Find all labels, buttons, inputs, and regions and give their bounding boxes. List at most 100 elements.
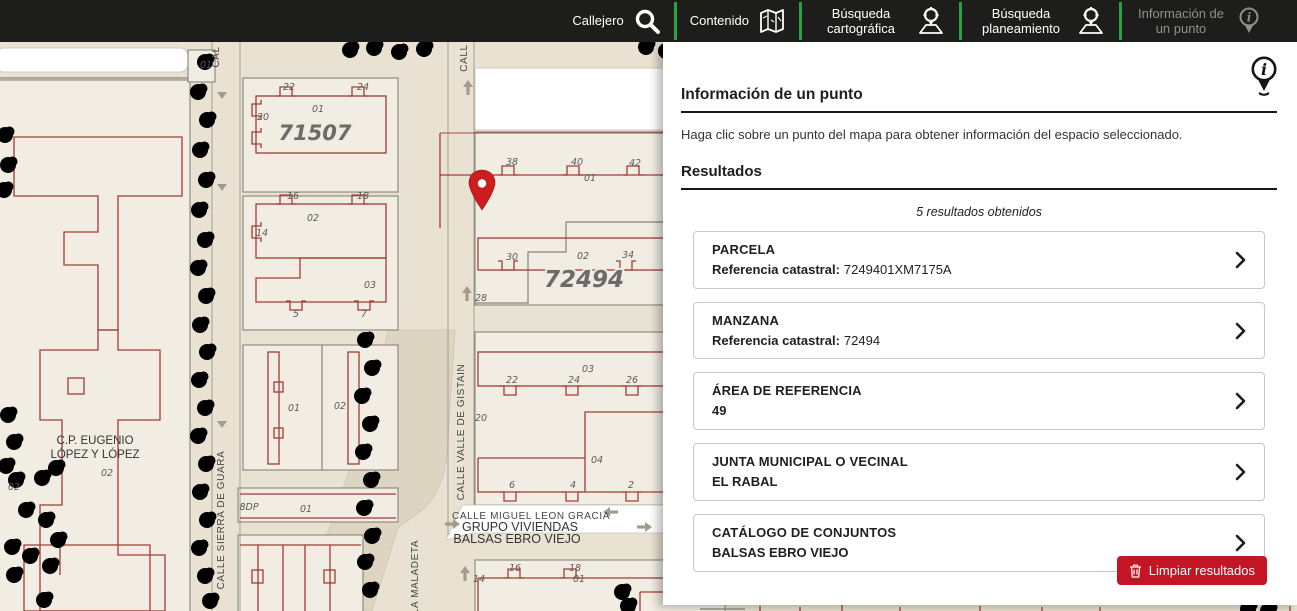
info-point-panel: i Información de un punto Haga clic sobr… bbox=[663, 42, 1297, 605]
svg-text:LÓPEZ Y LÓPEZ: LÓPEZ Y LÓPEZ bbox=[50, 448, 139, 461]
svg-text:BALSAS EBRO VIEJO: BALSAS EBRO VIEJO bbox=[453, 532, 580, 546]
svg-text:02: 02 bbox=[101, 468, 113, 479]
svg-text:C.P. EUGENIO: C.P. EUGENIO bbox=[56, 435, 133, 447]
svg-text:LA MALADETA: LA MALADETA bbox=[410, 540, 421, 611]
svg-text:01: 01 bbox=[312, 104, 324, 115]
chevron-right-icon bbox=[1235, 322, 1246, 340]
svg-text:16: 16 bbox=[287, 191, 299, 202]
svg-text:02: 02 bbox=[307, 213, 319, 224]
nav-item-contenido[interactable]: Contenido bbox=[677, 0, 799, 42]
clear-results-label: Limpiar resultados bbox=[1149, 563, 1255, 578]
result-title: PARCELA bbox=[712, 241, 952, 260]
result-subtitle: EL RABAL bbox=[712, 474, 908, 491]
svg-text:24: 24 bbox=[568, 375, 580, 386]
result-card-junta-municipal[interactable]: JUNTA MUNICIPAL O VECINAL EL RABAL bbox=[693, 443, 1265, 501]
svg-text:03: 03 bbox=[364, 280, 376, 291]
panel-instruction: Haga clic sobre un punto del mapa para o… bbox=[681, 127, 1277, 142]
street-white-top bbox=[0, 48, 188, 72]
svg-text:22: 22 bbox=[506, 375, 518, 386]
magnifier-icon bbox=[633, 7, 661, 35]
svg-text:24: 24 bbox=[357, 82, 369, 93]
result-title: JUNTA MUNICIPAL O VECINAL bbox=[712, 453, 908, 472]
svg-text:22: 22 bbox=[283, 82, 295, 93]
results-heading: Resultados bbox=[681, 163, 1277, 190]
result-title: MANZANA bbox=[712, 312, 880, 331]
result-subtitle: Referencia catastral: 72494 bbox=[712, 333, 880, 350]
result-value: BALSAS EBRO VIEJO bbox=[712, 545, 849, 560]
svg-text:6: 6 bbox=[509, 480, 515, 491]
top-navbar: Callejero Contenido Búsqueda cartográfic… bbox=[0, 0, 1297, 42]
svg-text:03: 03 bbox=[582, 364, 594, 375]
nav-label: Información de un punto bbox=[1135, 6, 1227, 37]
svg-text:01: 01 bbox=[300, 504, 312, 515]
svg-text:40: 40 bbox=[571, 157, 583, 168]
svg-text:20: 20 bbox=[257, 112, 269, 123]
result-subtitle: 49 bbox=[712, 403, 862, 420]
svg-text:i: i bbox=[1247, 11, 1252, 25]
svg-text:7: 7 bbox=[361, 309, 367, 320]
result-value: 49 bbox=[712, 403, 726, 418]
result-card-manzana[interactable]: MANZANA Referencia catastral: 72494 bbox=[693, 302, 1265, 360]
svg-text:CALL: CALL bbox=[459, 44, 470, 71]
svg-text:34: 34 bbox=[622, 250, 634, 261]
svg-text:16: 16 bbox=[509, 563, 521, 574]
nav-item-busqueda-planeamiento[interactable]: Búsqueda planeamiento bbox=[962, 0, 1119, 42]
result-card-area-referencia[interactable]: ÁREA DE REFERENCIA 49 bbox=[693, 372, 1265, 430]
results-count: 5 resultados obtenidos bbox=[681, 205, 1277, 219]
svg-text:02: 02 bbox=[334, 401, 346, 412]
nav-label: Callejero bbox=[572, 13, 623, 28]
svg-text:26: 26 bbox=[626, 375, 638, 386]
nav-label: Búsqueda cartográfica bbox=[815, 6, 907, 37]
svg-text:72494: 72494 bbox=[544, 267, 624, 293]
svg-text:14: 14 bbox=[473, 574, 485, 585]
svg-text:i: i bbox=[1261, 60, 1267, 79]
chevron-right-icon bbox=[1235, 392, 1246, 410]
svg-text:18: 18 bbox=[569, 563, 581, 574]
clear-results-button[interactable]: Limpiar resultados bbox=[1117, 556, 1267, 585]
svg-text:28: 28 bbox=[475, 293, 487, 304]
info-pin-icon: i bbox=[1248, 55, 1280, 97]
svg-text:04: 04 bbox=[591, 455, 603, 466]
nav-item-callejero[interactable]: Callejero bbox=[559, 0, 673, 42]
result-value: 72494 bbox=[844, 333, 880, 348]
panel-title: Información de un punto bbox=[681, 42, 1277, 113]
city-block bbox=[0, 80, 190, 611]
svg-text:14: 14 bbox=[256, 228, 268, 239]
result-label: Referencia catastral: bbox=[712, 333, 840, 348]
svg-text:01: 01 bbox=[573, 574, 585, 585]
result-title: ÁREA DE REFERENCIA bbox=[712, 382, 862, 401]
map-pin-search-icon bbox=[916, 6, 946, 36]
result-subtitle: BALSAS EBRO VIEJO bbox=[712, 545, 896, 562]
nav-item-busqueda-cartografica[interactable]: Búsqueda cartográfica bbox=[802, 0, 959, 42]
gis-viewer: 01 CAL 22 24 01 20 71507 16 18 02 14 03 … bbox=[0, 0, 1297, 611]
svg-text:71507: 71507 bbox=[278, 121, 351, 145]
svg-text:01: 01 bbox=[584, 173, 596, 184]
map-pin-search-icon bbox=[1076, 6, 1106, 36]
city-block-8dp bbox=[238, 488, 398, 522]
svg-text:CAL: CAL bbox=[211, 46, 222, 67]
svg-text:2: 2 bbox=[628, 480, 634, 491]
result-subtitle: Referencia catastral:7249401XM7175A bbox=[712, 262, 952, 279]
svg-text:CALLE VALLE DE GISTAIN: CALLE VALLE DE GISTAIN bbox=[456, 364, 467, 501]
city-block bbox=[238, 535, 363, 611]
result-card-parcela[interactable]: PARCELA Referencia catastral:7249401XM71… bbox=[693, 231, 1265, 289]
svg-text:01: 01 bbox=[288, 403, 300, 414]
chevron-right-icon bbox=[1235, 534, 1246, 552]
chevron-right-icon bbox=[1235, 463, 1246, 481]
svg-text:02: 02 bbox=[8, 482, 20, 493]
svg-text:38: 38 bbox=[506, 157, 518, 168]
svg-text:30: 30 bbox=[506, 252, 518, 263]
svg-text:18: 18 bbox=[357, 191, 369, 202]
svg-text:4: 4 bbox=[570, 480, 576, 491]
svg-text:20: 20 bbox=[475, 413, 487, 424]
svg-text:CALLE SIERRA DE GUARA: CALLE SIERRA DE GUARA bbox=[216, 451, 227, 590]
results-list: PARCELA Referencia catastral:7249401XM71… bbox=[693, 231, 1265, 572]
nav-label: Contenido bbox=[690, 13, 749, 28]
nav-item-informacion-punto[interactable]: Información de un punto i bbox=[1122, 0, 1275, 42]
svg-text:02: 02 bbox=[577, 251, 589, 262]
trash-icon bbox=[1129, 564, 1142, 578]
info-pin-icon: i bbox=[1236, 6, 1262, 36]
result-value: 7249401XM7175A bbox=[844, 262, 952, 277]
folded-map-icon bbox=[758, 8, 786, 34]
result-title: CATÁLOGO DE CONJUNTOS bbox=[712, 524, 896, 543]
